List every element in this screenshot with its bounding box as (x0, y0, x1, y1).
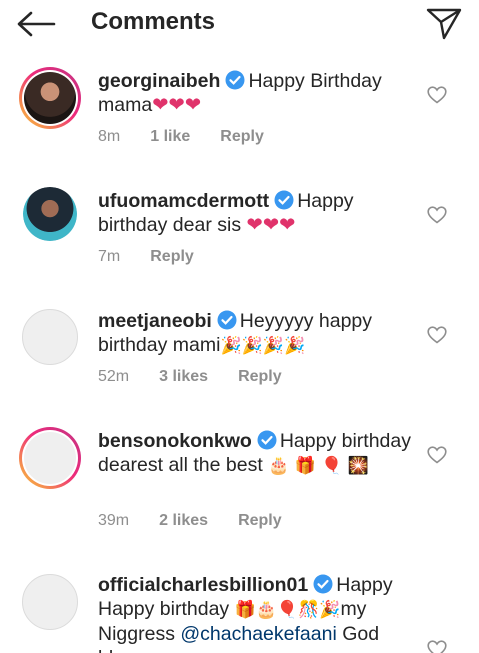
reply-button[interactable]: Reply (238, 368, 282, 386)
mention-link[interactable]: @chachaekefaani (180, 623, 336, 645)
heart-outline-icon (427, 206, 447, 224)
hearts-emoji: ❤❤❤ (246, 213, 296, 236)
hearts-emoji: ❤❤❤ (152, 93, 202, 116)
like-button[interactable] (426, 639, 448, 653)
comment-username[interactable]: georginaibeh (98, 70, 220, 92)
comment-username[interactable]: bensonokonkwo (98, 430, 252, 452)
comment-text: georginaibeh Happy Birthday mama❤❤❤ (98, 69, 418, 117)
paper-plane-icon (426, 8, 462, 40)
like-button[interactable] (426, 445, 448, 465)
page-title: Comments (91, 8, 216, 35)
like-button[interactable] (426, 205, 448, 225)
heart-outline-icon (427, 326, 447, 344)
verified-badge-icon (225, 70, 245, 90)
reply-button[interactable]: Reply (238, 512, 282, 530)
reply-button[interactable]: Reply (150, 248, 194, 266)
direct-message-button[interactable] (424, 5, 464, 43)
comment-likes[interactable]: 3 likes (159, 368, 208, 386)
celebration-emoji: 🎁🎂🎈🎊🎉 (234, 600, 341, 620)
comment-time: 7m (98, 248, 121, 265)
comment-time: 52m (98, 368, 130, 385)
comment-meta: 39m 2 likes Reply (98, 512, 312, 530)
verified-badge-icon (257, 430, 277, 450)
arrow-left-icon (17, 11, 56, 37)
comment-username[interactable]: officialcharlesbillion01 (98, 574, 308, 596)
top-bar: Comments (0, 0, 479, 50)
comment-meta: 7m Reply (98, 248, 224, 266)
verified-badge-icon (274, 190, 294, 210)
comment-text: bensonokonkwo Happy birthday dearest all … (98, 429, 418, 478)
comment-text: officialcharlesbillion01 Happy Happy birt… (98, 573, 418, 653)
like-button[interactable] (426, 85, 448, 105)
reply-button[interactable]: Reply (220, 128, 264, 146)
comment-time: 8m (98, 128, 121, 145)
celebration-emoji: 🎂 🎁 🎈 🎇 (268, 456, 370, 476)
party-popper-emoji: 🎉🎉🎉🎉 (220, 336, 306, 356)
avatar[interactable] (19, 67, 81, 129)
comment-likes[interactable]: 2 likes (159, 512, 208, 530)
back-button[interactable] (14, 7, 58, 41)
avatar[interactable] (23, 187, 77, 241)
comment-username[interactable]: meetjaneobi (98, 310, 212, 332)
like-button[interactable] (426, 325, 448, 345)
avatar[interactable] (19, 427, 81, 489)
avatar[interactable] (22, 309, 78, 365)
comment-meta: 52m 3 likes Reply (98, 368, 312, 386)
heart-outline-icon (427, 640, 447, 653)
comment-text: ufuomamcdermott Happy birthday dear sis ❤… (98, 189, 418, 237)
heart-outline-icon (427, 446, 447, 464)
comments-list: georginaibeh Happy Birthday mama❤❤❤ 8m 1 … (0, 50, 479, 653)
comment-text: meetjaneobi Heyyyyy happy birthday mami🎉🎉… (98, 309, 418, 358)
verified-badge-icon (313, 574, 333, 594)
verified-badge-icon (217, 310, 237, 330)
heart-outline-icon (427, 86, 447, 104)
comment-meta: 8m 1 like Reply (98, 128, 294, 146)
comment-likes[interactable]: 1 like (150, 128, 190, 146)
comment-username[interactable]: ufuomamcdermott (98, 190, 269, 212)
avatar[interactable] (22, 574, 78, 630)
comment-time: 39m (98, 512, 130, 529)
